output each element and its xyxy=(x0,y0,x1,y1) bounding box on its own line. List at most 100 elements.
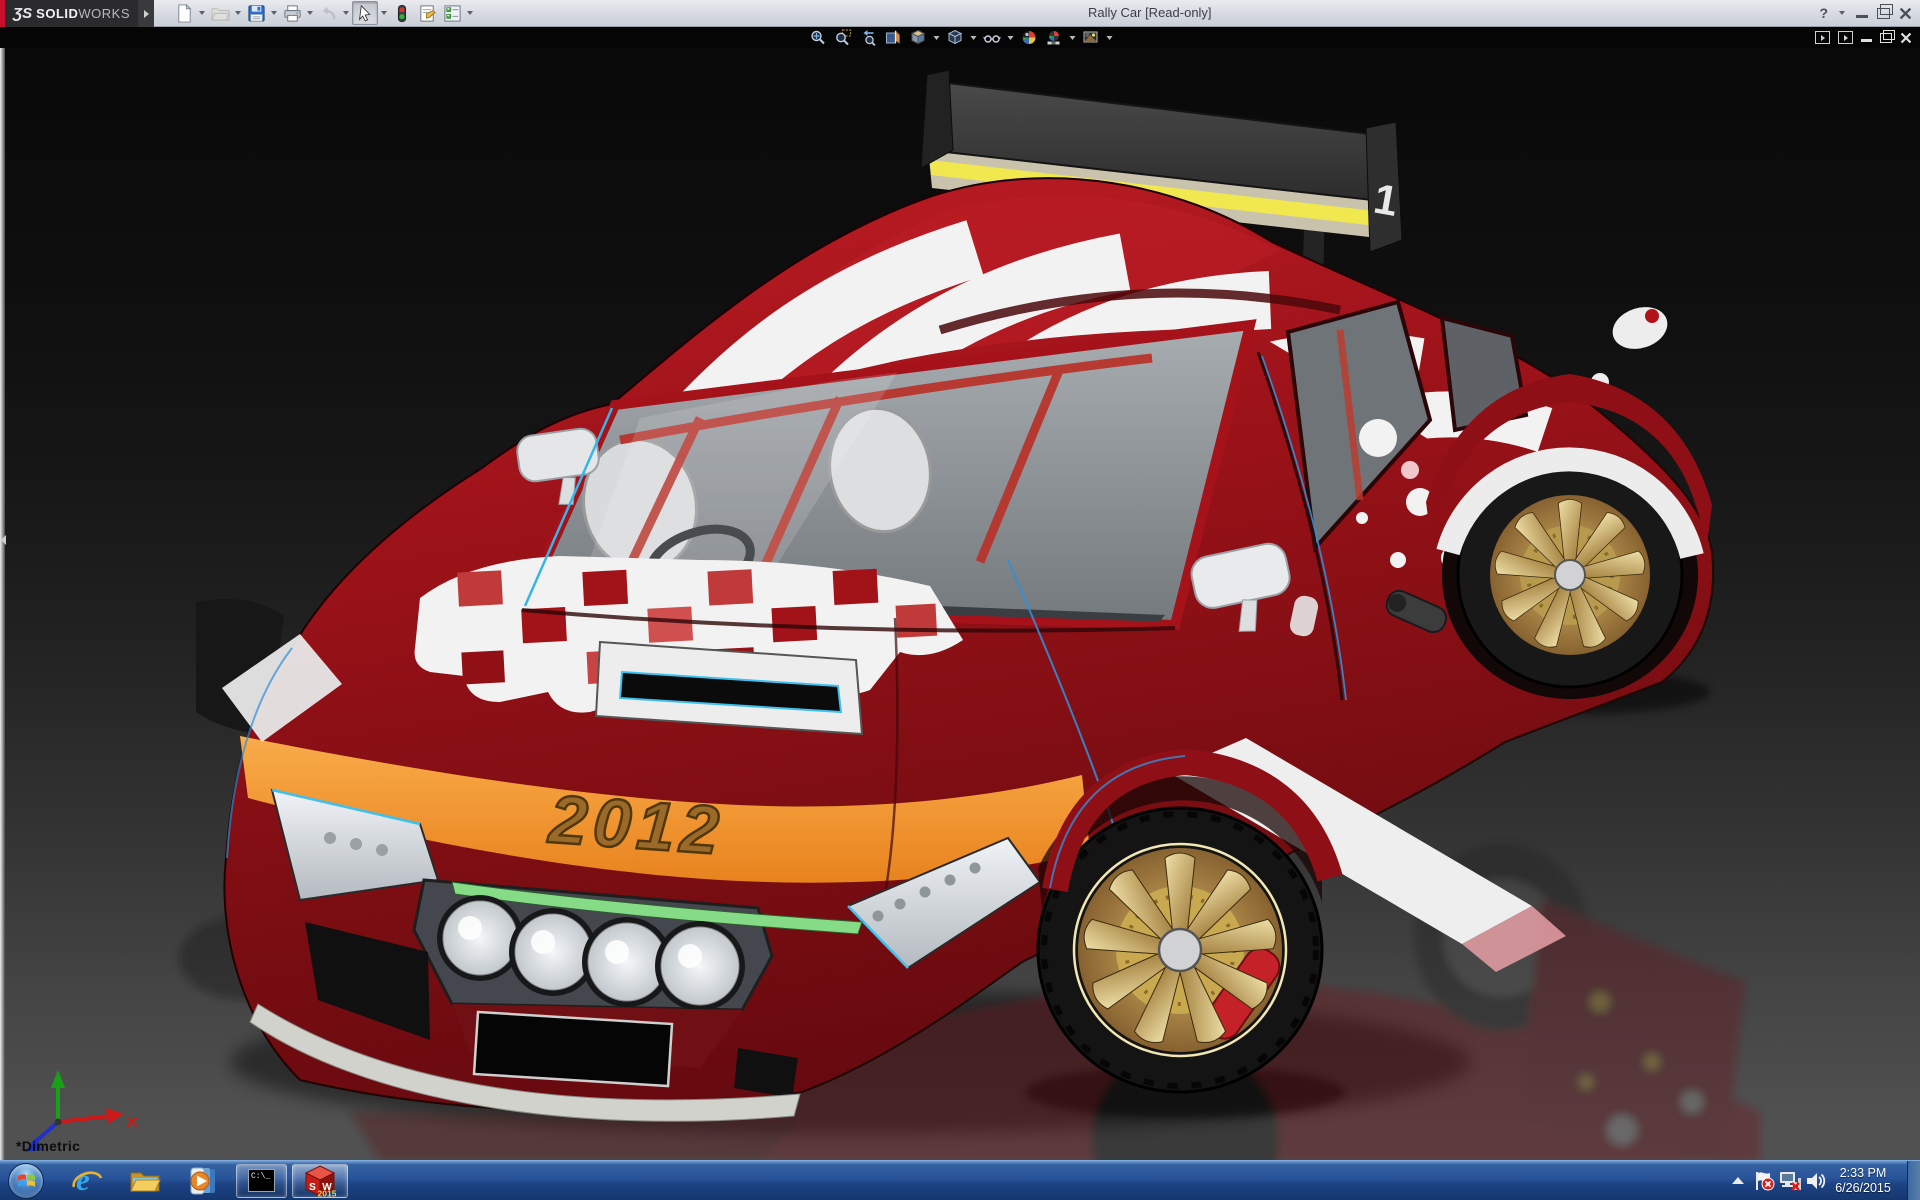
hidden-icons-button[interactable] xyxy=(1725,1166,1751,1196)
help-button[interactable]: ? xyxy=(1819,5,1828,21)
x-axis-label-mark xyxy=(127,1117,137,1127)
undo-icon xyxy=(322,6,335,19)
options-button[interactable] xyxy=(440,2,464,24)
folder-icon xyxy=(130,1172,161,1191)
action-center-button[interactable] xyxy=(1751,1166,1777,1196)
help-dropdown[interactable] xyxy=(1837,2,1847,24)
view-toolbar xyxy=(807,27,1114,48)
graphics-viewport[interactable]: 1 2012 *Dimetric xyxy=(0,48,1920,1161)
restore-button[interactable] xyxy=(1877,3,1893,19)
windows-taskbar: e C:\_ S W 2015 2:33 PM 6/26/2015 xyxy=(0,1160,1920,1200)
car-3d-model: 1 2012 xyxy=(24,69,1760,1161)
media-player-icon xyxy=(190,1167,215,1194)
year-decal: 2012 xyxy=(545,781,727,869)
previous-view-button[interactable] xyxy=(857,28,879,48)
select-cursor-icon xyxy=(358,4,371,22)
save-dropdown[interactable] xyxy=(269,2,279,24)
file-properties-icon xyxy=(419,4,436,22)
rebuild-traffic-light-icon xyxy=(397,4,407,22)
feature-pane-toggle-2[interactable] xyxy=(1838,31,1853,44)
view-orientation-label: *Dimetric xyxy=(16,1138,81,1154)
minimize-button[interactable] xyxy=(1856,15,1868,18)
display-style-button[interactable] xyxy=(944,28,966,48)
view-settings-button[interactable] xyxy=(1080,28,1102,48)
show-desktop-button[interactable] xyxy=(1907,1161,1920,1200)
svg-text:2015: 2015 xyxy=(318,1188,336,1197)
solidworks-taskbar-button[interactable]: S W 2015 xyxy=(292,1163,348,1198)
new-document-button[interactable] xyxy=(172,2,196,24)
internet-explorer-button[interactable]: e xyxy=(70,1162,104,1198)
solidworks-logo[interactable]: ƷS SOLID WORKS xyxy=(0,0,138,27)
action-center-flag-icon xyxy=(1756,1171,1775,1190)
zoom-to-area-icon xyxy=(835,29,851,46)
hide-show-items-icon xyxy=(983,35,1000,43)
solidworks-2015-icon: S W 2015 xyxy=(304,1164,336,1197)
view-orientation-dropdown[interactable] xyxy=(932,35,941,40)
section-view-button[interactable] xyxy=(882,28,904,48)
command-prompt-button[interactable]: C:\_ xyxy=(236,1163,287,1198)
print-button[interactable] xyxy=(280,2,304,24)
rebuild-button[interactable] xyxy=(390,2,414,24)
logo-red-stripe xyxy=(0,0,5,27)
doc-restore-button[interactable] xyxy=(1880,29,1895,43)
hide-show-dropdown[interactable] xyxy=(1006,35,1015,40)
doc-close-button[interactable] xyxy=(1900,32,1912,44)
display-style-icon xyxy=(947,29,962,45)
print-icon xyxy=(283,4,301,22)
options-icon xyxy=(443,4,461,22)
document-title: Rally Car [Read-only] xyxy=(1088,5,1212,20)
edit-appearance-button[interactable] xyxy=(1018,28,1040,48)
select-button[interactable] xyxy=(352,1,378,25)
display-style-dropdown[interactable] xyxy=(969,35,978,40)
view-orientation-icon xyxy=(910,29,925,45)
select-dropdown[interactable] xyxy=(379,2,389,24)
network-status-icon xyxy=(1780,1171,1801,1191)
file-properties-button[interactable] xyxy=(415,2,439,24)
new-document-icon xyxy=(177,3,191,23)
view-settings-dropdown[interactable] xyxy=(1105,35,1114,40)
main-toolbar xyxy=(172,0,475,26)
zoom-to-fit-icon xyxy=(810,30,825,45)
media-player-button[interactable] xyxy=(186,1164,220,1198)
svg-text:S: S xyxy=(309,1182,316,1193)
zoom-to-fit-button[interactable] xyxy=(807,28,829,48)
start-button[interactable] xyxy=(8,1162,44,1199)
zoom-to-area-button[interactable] xyxy=(832,28,854,48)
splitter-collapse-icon[interactable] xyxy=(1,535,6,545)
y-axis-arrow xyxy=(51,1070,65,1088)
options-dropdown[interactable] xyxy=(465,2,475,24)
command-prompt-icon: C:\_ xyxy=(248,1169,275,1192)
hidden-icons-arrow-icon xyxy=(1732,1177,1744,1184)
undo-button[interactable] xyxy=(316,2,340,24)
save-button[interactable] xyxy=(244,2,268,24)
view-settings-icon xyxy=(1083,31,1097,43)
apply-scene-dropdown[interactable] xyxy=(1068,35,1077,40)
view-orientation-button[interactable] xyxy=(907,28,929,48)
system-tray: 2:33 PM 6/26/2015 xyxy=(1725,1161,1920,1200)
taskbar-clock[interactable]: 2:33 PM 6/26/2015 xyxy=(1829,1166,1897,1196)
hide-show-items-button[interactable] xyxy=(981,28,1003,48)
apply-scene-icon xyxy=(1047,31,1059,45)
apply-scene-button[interactable] xyxy=(1043,28,1065,48)
window-controls: ? xyxy=(1819,0,1912,26)
close-button[interactable] xyxy=(1899,7,1912,20)
open-dropdown[interactable] xyxy=(233,2,243,24)
previous-view-icon xyxy=(863,30,876,46)
network-status-button[interactable] xyxy=(1777,1166,1803,1196)
clock-date: 6/26/2015 xyxy=(1835,1180,1891,1195)
volume-button[interactable] xyxy=(1803,1166,1829,1196)
print-dropdown[interactable] xyxy=(305,2,315,24)
open-folder-icon xyxy=(210,7,230,21)
feature-pane-toggle-1[interactable] xyxy=(1815,31,1830,44)
title-bar: ƷS SOLID WORKS Rally Car [Read-only] ? xyxy=(0,0,1920,27)
volume-icon xyxy=(1807,1172,1826,1189)
doc-minimize-button[interactable] xyxy=(1861,39,1872,42)
menu-expand-arrow[interactable] xyxy=(138,0,154,27)
undo-dropdown[interactable] xyxy=(341,2,351,24)
feature-panel-splitter[interactable] xyxy=(0,48,5,1161)
x-axis-arrow xyxy=(106,1108,124,1124)
open-button[interactable] xyxy=(208,2,232,24)
brand-bold: SOLID xyxy=(36,6,79,21)
new-dropdown[interactable] xyxy=(197,2,207,24)
windows-explorer-button[interactable] xyxy=(128,1164,162,1198)
